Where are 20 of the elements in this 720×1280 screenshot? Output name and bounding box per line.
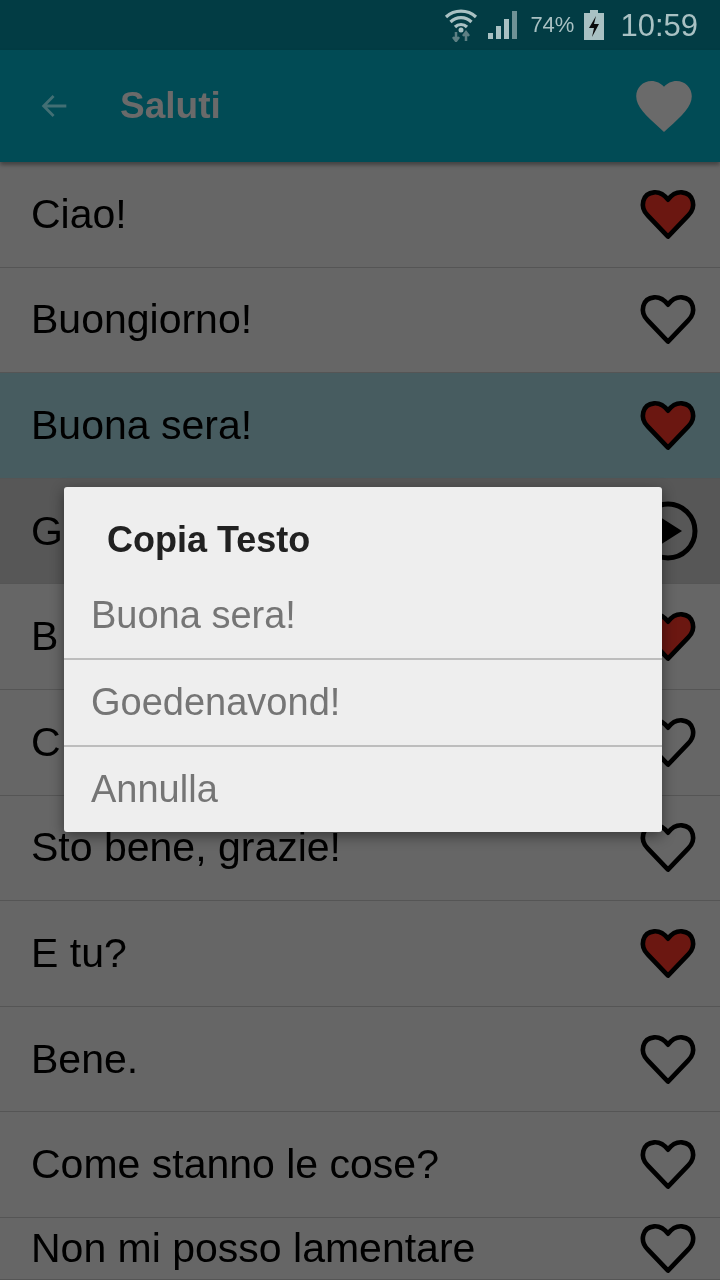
screen-title: Saluti [120, 85, 221, 127]
phrase-text: C [31, 720, 61, 764]
wifi-icon [444, 8, 479, 42]
dialog-option[interactable]: Buona sera! [64, 572, 662, 658]
phrase-text: Buona sera! [31, 403, 253, 447]
phrase-text: G [31, 509, 63, 553]
phrase-text: E tu? [31, 931, 127, 975]
clock-time: 10:59 [620, 9, 698, 41]
battery-percent: 74% [530, 14, 575, 36]
phrase-text: Non mi posso lamentare [31, 1226, 476, 1270]
list-item[interactable]: Buona sera! [0, 373, 720, 479]
dialog-option[interactable]: Goedenavond! [64, 658, 662, 745]
phrase-text: B [31, 615, 59, 659]
dialog-option[interactable]: Annulla [64, 745, 662, 832]
phrase-text: Ciao! [31, 192, 127, 236]
battery-icon [584, 10, 605, 40]
phrase-text: Bene. [31, 1037, 139, 1081]
dialog-title: Copia Testo [107, 518, 311, 562]
phrase-text: Buongiorno! [31, 298, 253, 342]
phrase-text: Come stanno le cose? [31, 1143, 439, 1187]
